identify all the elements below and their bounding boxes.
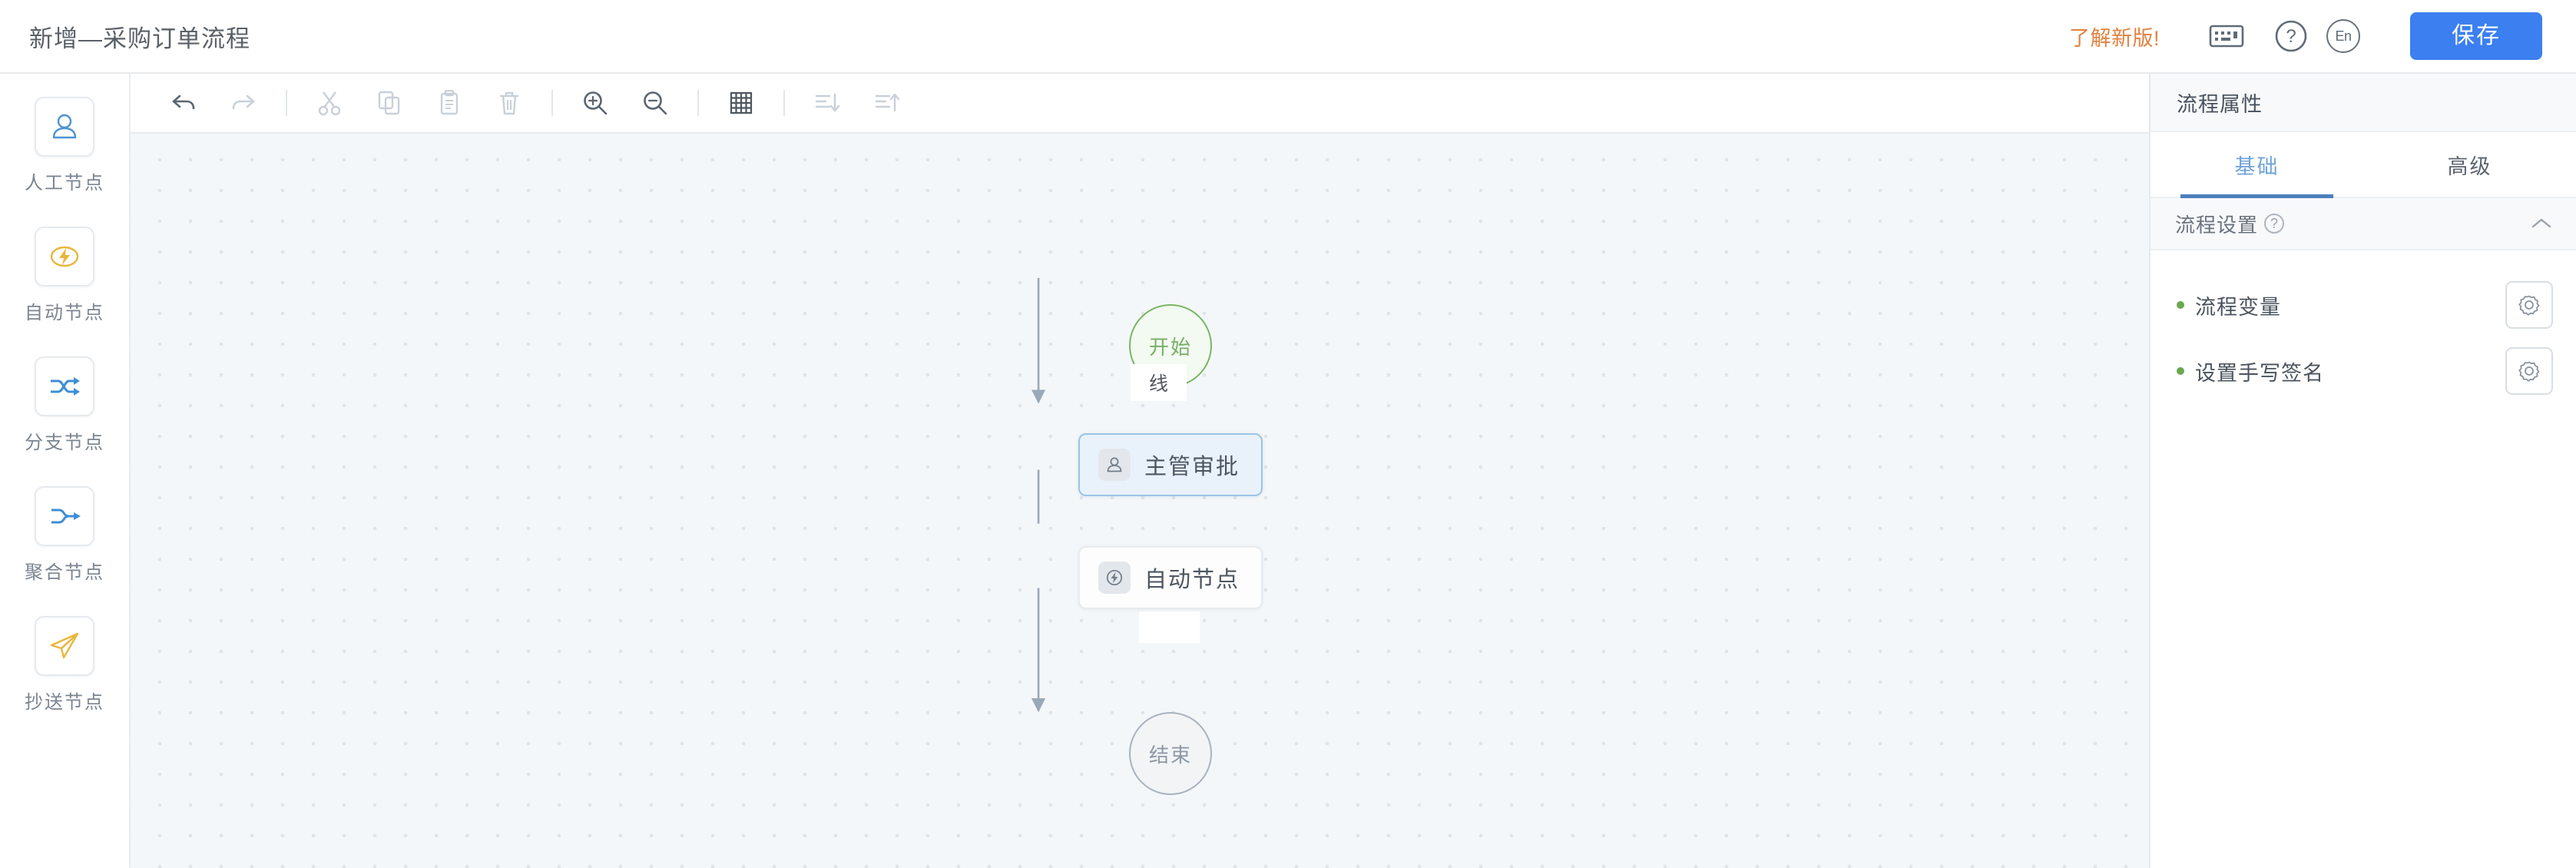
align-down-icon[interactable] bbox=[803, 79, 851, 127]
palette-label: 人工节点 bbox=[25, 173, 104, 194]
status-dot bbox=[2177, 367, 2184, 375]
edge-label-start-approve[interactable]: 线 bbox=[1131, 364, 1187, 401]
flow-canvas[interactable]: 开始 线 主管审批 自动节点 结束 bbox=[131, 134, 2149, 868]
tab-advanced[interactable]: 高级 bbox=[2363, 132, 2576, 197]
flow-node-auto[interactable]: 自动节点 bbox=[1078, 546, 1263, 609]
properties-panel: 流程属性 基础 高级 流程设置 ? 流程变量 设置手写签名 bbox=[2149, 74, 2576, 868]
flow-node-end[interactable]: 结束 bbox=[1129, 712, 1212, 795]
center-column: 开始 线 主管审批 自动节点 结束 bbox=[131, 74, 2149, 868]
chevron-up-icon[interactable] bbox=[2530, 216, 2553, 231]
person-icon bbox=[35, 97, 94, 157]
branch-icon bbox=[35, 356, 94, 416]
paste-icon[interactable] bbox=[425, 79, 473, 127]
toolbar-separator bbox=[783, 90, 785, 116]
palette-item-merge-node[interactable]: 聚合节点 bbox=[0, 486, 129, 584]
row-flow-variable: 流程变量 bbox=[2151, 272, 2576, 338]
question-circle-icon[interactable]: ? bbox=[2264, 214, 2285, 234]
properties-tabs: 基础 高级 bbox=[2151, 132, 2576, 198]
zoom-out-icon[interactable] bbox=[631, 79, 679, 127]
task-node-label: 主管审批 bbox=[1144, 455, 1240, 479]
app-root: 新增—采购订单流程 了解新版! ? En 保存 人工节点 自动节点 分支节点 聚… bbox=[0, 0, 2576, 868]
palette-label: 聚合节点 bbox=[25, 562, 104, 583]
person-icon bbox=[1098, 449, 1131, 481]
svg-text:?: ? bbox=[2286, 26, 2296, 47]
palette-label: 抄送节点 bbox=[25, 692, 104, 713]
section-header-flow-settings[interactable]: 流程设置 ? bbox=[2151, 198, 2576, 250]
lightning-circle-icon bbox=[1098, 562, 1131, 594]
toolbar-separator bbox=[551, 90, 553, 116]
status-dot bbox=[2177, 301, 2184, 309]
zoom-in-icon[interactable] bbox=[571, 79, 619, 127]
properties-panel-title: 流程属性 bbox=[2151, 74, 2576, 132]
keyboard-icon[interactable] bbox=[2203, 12, 2250, 60]
row-handwritten-signature: 设置手写签名 bbox=[2151, 338, 2576, 404]
header-actions: 了解新版! ? En 保存 bbox=[2069, 12, 2542, 60]
task-node-body[interactable]: 自动节点 bbox=[1078, 546, 1263, 609]
toolbar-separator bbox=[286, 90, 287, 116]
copy-icon[interactable] bbox=[366, 79, 413, 127]
palette-item-auto-node[interactable]: 自动节点 bbox=[0, 227, 129, 324]
task-node-label: 自动节点 bbox=[1144, 568, 1240, 592]
new-version-link[interactable]: 了解新版! bbox=[2069, 22, 2160, 51]
palette-label: 分支节点 bbox=[25, 432, 104, 453]
grid-icon[interactable] bbox=[717, 79, 765, 127]
palette-item-branch-node[interactable]: 分支节点 bbox=[0, 356, 129, 454]
edge-label-auto-end[interactable]: . bbox=[1139, 611, 1200, 643]
undo-icon[interactable] bbox=[160, 79, 207, 127]
app-body: 人工节点 自动节点 分支节点 聚合节点 抄送节点 开始 线 主管审批 自动节点 … bbox=[0, 74, 2576, 868]
gear-icon[interactable] bbox=[2505, 347, 2553, 395]
gear-icon[interactable] bbox=[2505, 281, 2553, 329]
palette-label: 自动节点 bbox=[25, 303, 104, 323]
paper-plane-icon bbox=[35, 616, 94, 676]
row-label: 流程变量 bbox=[2195, 295, 2281, 319]
section-title: 流程设置 bbox=[2175, 213, 2259, 237]
page-title: 新增—采购订单流程 bbox=[29, 25, 250, 52]
task-node-body[interactable]: 主管审批 bbox=[1078, 433, 1263, 496]
flow-node-approve[interactable]: 主管审批 bbox=[1078, 433, 1263, 496]
tab-basic[interactable]: 基础 bbox=[2151, 132, 2363, 198]
end-node-label: 结束 bbox=[1129, 712, 1212, 795]
row-label: 设置手写签名 bbox=[2195, 361, 2324, 385]
language-label: En bbox=[2326, 19, 2360, 53]
merge-icon bbox=[35, 486, 94, 546]
canvas-toolbar bbox=[131, 74, 2149, 134]
save-button[interactable]: 保存 bbox=[2410, 12, 2542, 60]
palette-item-manual-node[interactable]: 人工节点 bbox=[0, 97, 129, 194]
toolbar-separator bbox=[697, 90, 699, 116]
palette-item-cc-node[interactable]: 抄送节点 bbox=[0, 616, 129, 714]
align-up-icon[interactable] bbox=[863, 79, 911, 127]
node-palette-sidebar: 人工节点 自动节点 分支节点 聚合节点 抄送节点 bbox=[0, 74, 131, 868]
language-icon[interactable]: En bbox=[2319, 12, 2367, 60]
properties-rows: 流程变量 设置手写签名 bbox=[2151, 250, 2576, 404]
app-header: 新增—采购订单流程 了解新版! ? En 保存 bbox=[0, 0, 2576, 74]
lightning-oval-icon bbox=[35, 227, 94, 287]
help-icon[interactable]: ? bbox=[2267, 12, 2315, 60]
redo-icon[interactable] bbox=[220, 79, 267, 127]
cut-icon[interactable] bbox=[306, 79, 353, 127]
delete-icon[interactable] bbox=[485, 79, 533, 127]
